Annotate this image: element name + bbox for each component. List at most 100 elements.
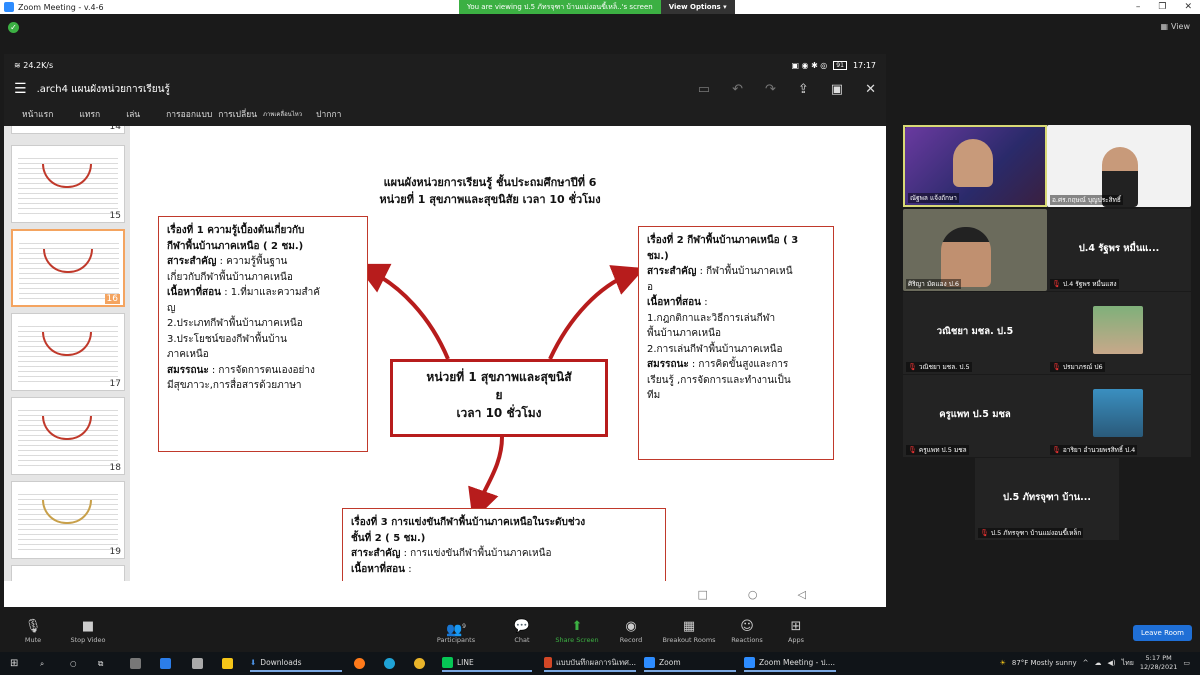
minimize-button[interactable]: –: [1136, 2, 1141, 12]
search-icon[interactable]: ⌕: [40, 655, 44, 672]
chat-button[interactable]: 💬 Chat: [508, 618, 536, 644]
video-tile[interactable]: ป.5 ภัทรจุฑา บ้าน... 🎙 ป.5 ภัทรจุฑา บ้านแ…: [975, 458, 1119, 540]
paint-icon[interactable]: [192, 655, 203, 672]
participant-name-text: ปรมาภรณ์ ป6: [1062, 363, 1103, 371]
zoom-meeting-icon: [744, 657, 755, 668]
taskbar-downloads[interactable]: ⬇ Downloads: [250, 655, 342, 672]
taskbar-zoom-meeting[interactable]: Zoom Meeting - ป....: [744, 655, 836, 672]
muted-mic-icon: 🎙: [1052, 280, 1061, 288]
video-tile[interactable]: ศิริญา มัดแอง ป.6: [903, 209, 1047, 291]
save-icon[interactable]: ▭: [698, 82, 710, 97]
apps-button[interactable]: ⊞ Apps: [782, 618, 810, 644]
view-button[interactable]: ▦ View: [1160, 22, 1190, 31]
doc-title: .arch4 แผนผังหน่วยการเรียนรู้: [36, 83, 170, 95]
windows-logo-icon: ⊞: [10, 658, 19, 669]
tab-transitions[interactable]: การเปลี่ยน: [218, 107, 257, 121]
record-button[interactable]: ◉ Record: [616, 618, 646, 644]
video-tile[interactable]: ครูแพท ป.5 มชล 🎙 ครูแพท ป.5 มชล: [903, 375, 1047, 457]
hamburger-menu-icon[interactable]: ☰: [14, 81, 27, 97]
clock[interactable]: 5:17 PM 12/28/2021: [1140, 654, 1177, 672]
slide-canvas[interactable]: แผนผังหน่วยการเรียนรู้ ชั้นประถมศึกษาปีท…: [130, 126, 886, 581]
topic1-line: สมรรถนะ : การจัดการตนเองอย่าง: [167, 363, 359, 379]
topic1-text: : ความรู้พื้นฐาน: [216, 256, 288, 267]
security-shield-icon[interactable]: ✓: [8, 22, 19, 33]
video-tile[interactable]: 🎙 อาริยา อำนวยพรสิทธิ์ ป.4: [1047, 375, 1191, 457]
chrome-icon[interactable]: [414, 655, 425, 672]
back-triangle-icon[interactable]: ◁: [798, 588, 806, 601]
apps-icon: ⊞: [790, 619, 802, 634]
topic1-text: : 1.ที่มาและความสำคั: [221, 287, 320, 298]
topic2-line: เรียนรู้ ,การจัดการและทำงานเป็น: [647, 374, 791, 386]
tab-play[interactable]: เล่น: [126, 107, 140, 121]
participant-name-text: ป.4 รัฐพร หมื่นแสง: [1062, 280, 1117, 288]
maximize-button[interactable]: ❐: [1158, 2, 1166, 12]
language-indicator[interactable]: ไทย: [1122, 658, 1134, 669]
tab-home[interactable]: หน้าแรก: [22, 107, 53, 121]
video-tile[interactable]: อ.ศร.กฤษณ์ บุญประสิทธิ์: [1047, 125, 1191, 207]
view-options-button[interactable]: View Options ▾: [660, 0, 735, 14]
home-circle-icon[interactable]: ○: [748, 588, 758, 601]
center-line: ย: [495, 388, 503, 402]
topic2-text: :: [701, 297, 708, 308]
taskbar-document[interactable]: แบบบันทึกผลการนิเทศ...: [544, 655, 636, 672]
breakout-grid-icon: ▦: [682, 619, 696, 634]
device-status-bar: ≋ 24.2K/s ▣ ◉ ✱ ◎ 91 17:17: [4, 54, 886, 76]
breakout-label: Breakout Rooms: [662, 636, 716, 644]
arrow-to-topic2: [548, 265, 645, 360]
leave-room-button[interactable]: Leave Room: [1133, 625, 1192, 641]
task-view-icon[interactable]: ⧉: [98, 655, 103, 672]
undo-icon[interactable]: ↶: [732, 82, 743, 97]
participant-name: อ.ศร.กฤษณ์ บุญประสิทธิ์: [1050, 195, 1123, 205]
store-icon[interactable]: [130, 655, 141, 672]
todo-icon[interactable]: [160, 655, 171, 672]
topic2-line: อ: [647, 281, 654, 293]
share-screen-button[interactable]: ⬆ Share Screen: [553, 618, 601, 644]
weather-text[interactable]: 87°F Mostly sunny: [1012, 659, 1077, 667]
recent-apps-icon[interactable]: □: [698, 588, 708, 601]
participant-name: ศิริญา มัดแอง ป.6: [906, 279, 962, 289]
slideshow-icon[interactable]: ▣: [831, 82, 843, 97]
firefox-icon[interactable]: [354, 655, 365, 672]
video-tile[interactable]: 🎙 ปรมาภรณ์ ป6: [1047, 292, 1191, 374]
taskbar-zoom[interactable]: Zoom: [644, 655, 736, 672]
tab-pen[interactable]: ปากกา: [316, 107, 341, 121]
notification-icon[interactable]: ▭: [1183, 659, 1190, 667]
close-window-button[interactable]: ✕: [1184, 2, 1192, 12]
mute-button[interactable]: 🎙 Mute: [18, 618, 48, 644]
app-tools: ▭ ↶ ↷ ⇪ ▣ ✕: [698, 82, 876, 97]
volume-icon[interactable]: ◀): [1108, 659, 1116, 667]
stop-video-label: Stop Video: [70, 636, 106, 644]
device-time: 17:17: [852, 60, 876, 70]
tab-insert[interactable]: แทรก: [79, 107, 100, 121]
document-label: แบบบันทึกผลการนิเทศ...: [555, 657, 636, 667]
topic1-line: 2.ประเภทกีฬาพื้นบ้านภาคเหนือ: [167, 318, 303, 329]
video-tile[interactable]: วณิชยา มชล. ป.5 🎙 วณิชยา มชล. ป.5: [903, 292, 1047, 374]
participants-button[interactable]: 👥9 Participants: [434, 618, 478, 644]
video-tile[interactable]: ป.4 รัฐพร หมื่นแ... 🎙 ป.4 รัฐพร หมื่นแสง: [1047, 209, 1191, 291]
topic3-line: ชั้นที่ 2 ( 5 ชม.): [351, 532, 426, 544]
close-app-icon[interactable]: ✕: [865, 82, 876, 97]
share-icon[interactable]: ⇪: [798, 82, 809, 97]
cortana-icon[interactable]: ○: [70, 655, 77, 672]
video-tile[interactable]: ณัฐพล แจ้งถักษา: [903, 125, 1047, 207]
topic2-line: ทีม: [647, 390, 661, 401]
topic1-label: สมรรถนะ: [167, 364, 209, 376]
breakout-rooms-button[interactable]: ▦ Breakout Rooms: [660, 618, 718, 644]
stop-video-button[interactable]: ■ Stop Video: [66, 618, 110, 644]
thumb-card: [11, 565, 125, 581]
taskbar-line[interactable]: LINE: [442, 655, 532, 672]
topic1-line: 3.ประโยชน์ของกีฬาพื้นบ้าน: [167, 333, 287, 345]
chevron-up-icon[interactable]: ^: [1083, 659, 1089, 667]
tab-animations[interactable]: ภาพเคลื่อนไหว: [263, 109, 302, 119]
unit-center-box: หน่วยที่ 1 สุขภาพและสุขนิสั ย เวลา 10 ชั…: [390, 359, 608, 437]
reactions-button[interactable]: ☺ Reactions: [728, 618, 766, 644]
edge-icon[interactable]: [384, 655, 395, 672]
tab-design[interactable]: การออกแบบ: [166, 107, 212, 121]
sticky-notes-icon[interactable]: [222, 655, 233, 672]
network-icon[interactable]: ☁: [1095, 659, 1102, 667]
redo-icon[interactable]: ↷: [765, 82, 776, 97]
paint-square: [192, 658, 203, 669]
participant-name: 🎙 ป.5 ภัทรจุฑา บ้านแม่งอนขี้เหล็ก: [978, 528, 1084, 538]
view-label: View: [1171, 22, 1190, 31]
start-button[interactable]: ⊞: [10, 655, 18, 672]
